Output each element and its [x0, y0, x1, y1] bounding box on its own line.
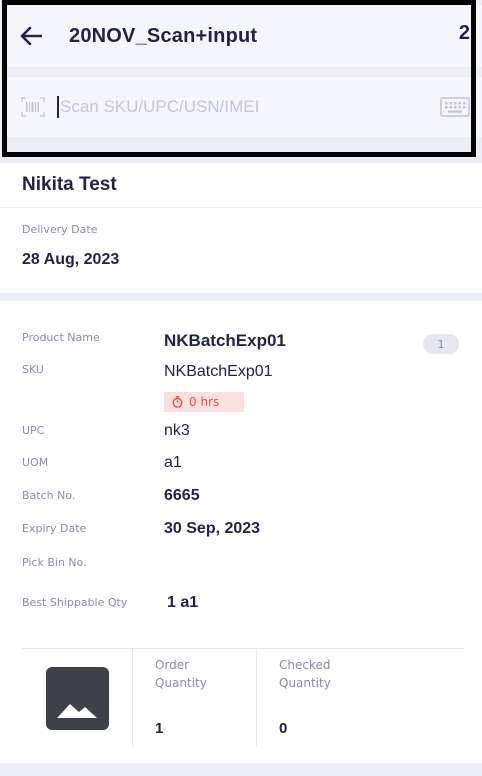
best-shippable-qty-label: Best Shippable Qty: [22, 596, 128, 609]
arrow-left-icon: [20, 26, 42, 46]
pick-bin-label: Pick Bin No.: [22, 556, 87, 569]
product-name-label: Product Name: [22, 331, 100, 344]
delivery-date-label: Delivery Date: [22, 223, 98, 236]
quantity-grid: Order Quantity 1 Checked Quantity 0: [22, 648, 464, 747]
header-count: 2: [458, 22, 470, 44]
delivery-date-value: 28 Aug, 2023: [22, 251, 120, 268]
timer-icon: [172, 396, 183, 408]
checked-quantity-value: 0: [279, 720, 288, 737]
upc-value: nk3: [164, 422, 190, 439]
timer-text: 0 hrs: [189, 395, 220, 409]
customer-card: Nikita Test Delivery Date 28 Aug, 2023: [0, 163, 482, 293]
back-button[interactable]: [13, 18, 49, 54]
sku-label: SKU: [22, 363, 44, 376]
product-name-value: NKBatchExp01: [164, 331, 286, 350]
upc-label: UPC: [22, 424, 45, 437]
checked-quantity-label: Checked Quantity: [279, 658, 331, 690]
expiry-date-label: Expiry Date: [22, 522, 87, 535]
sku-value: NKBatchExp01: [164, 363, 273, 380]
order-quantity-value: 1: [155, 720, 164, 737]
uom-value: a1: [164, 454, 182, 471]
expiry-date-value: 30 Sep, 2023: [164, 520, 261, 537]
checked-quantity-cell: Checked Quantity 0: [257, 649, 464, 747]
barcode-icon[interactable]: [21, 97, 45, 117]
customer-name: Nikita Test: [22, 174, 117, 195]
batch-no-label: Batch No.: [22, 489, 76, 502]
app-header: 20NOV_Scan+input 2: [7, 5, 482, 67]
uom-label: UOM: [22, 456, 49, 469]
page-title: 20NOV_Scan+input: [69, 24, 258, 47]
timer-badge: 0 hrs: [164, 392, 244, 412]
product-card[interactable]: Product Name NKBatchExp01 1 SKU NKBatchE…: [0, 301, 482, 763]
text-cursor: [57, 96, 59, 118]
keyboard-icon[interactable]: [440, 97, 470, 117]
batch-no-value: 6665: [164, 487, 200, 504]
best-shippable-qty-value: 1 a1: [167, 594, 199, 611]
scan-bar: [7, 77, 482, 137]
order-quantity-cell: Order Quantity 1: [133, 649, 257, 747]
quantity-badge: 1: [423, 334, 459, 354]
screen: 20NOV_Scan+input 2 Scan SKU/UPC/USN/IMEI…: [0, 0, 482, 776]
divider: [0, 207, 482, 208]
scan-input[interactable]: [60, 97, 390, 117]
product-image-cell: [22, 649, 133, 747]
image-placeholder-icon: [45, 666, 109, 730]
order-quantity-label: Order Quantity: [155, 658, 207, 690]
